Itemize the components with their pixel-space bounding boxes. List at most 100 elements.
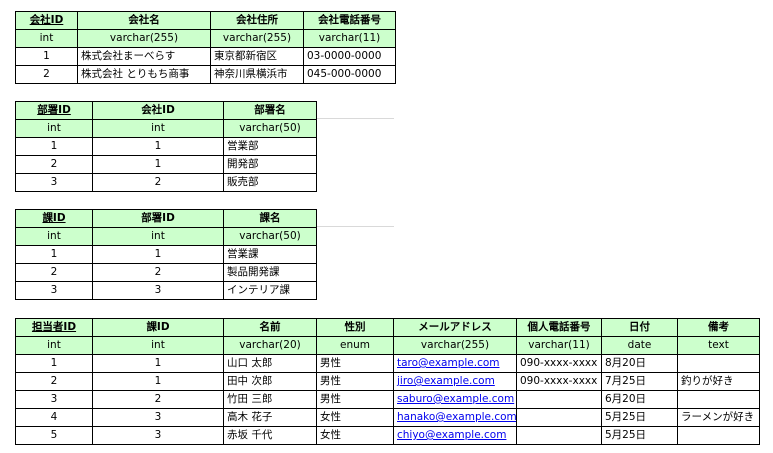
table-row: 1 1 営業課 [15,245,317,264]
table-cell: chiyo@example.com [393,426,517,445]
email-link[interactable]: jiro@example.com [397,375,495,387]
company-header-id: 会社ID [15,11,78,30]
table-cell: 1 [92,372,224,391]
table-cell: 女性 [316,426,394,445]
email-link[interactable]: taro@example.com [397,357,500,369]
table-cell: 090-xxxx-xxxx [516,372,602,391]
table-cell [677,426,760,445]
table-cell: 赤坂 千代 [223,426,317,445]
type-cell: varchar(255) [77,29,211,48]
table-cell: 1 [15,354,93,373]
table-cell: 男性 [316,390,394,409]
staff-header-phone: 個人電話番号 [516,318,602,337]
type-cell: varchar(50) [223,227,317,246]
department-table: 部署ID 会社ID 部署名 int int varchar(50) 1 1 営業… [15,101,317,192]
company-table: 会社ID 会社名 会社住所 会社電話番号 int varchar(255) va… [15,11,396,84]
company-header-address: 会社住所 [210,11,304,30]
table-cell: 8月20日 [601,354,678,373]
staff-header-date: 日付 [601,318,678,337]
email-link[interactable]: chiyo@example.com [397,429,506,441]
table-cell: 3 [92,426,224,445]
table-cell: 045-000-0000 [303,65,396,84]
table-row: 3 2 販売部 [15,173,317,192]
type-cell: varchar(50) [223,119,317,138]
table-cell: 開発部 [223,155,317,174]
type-cell: text [677,336,760,355]
type-cell: int [92,227,224,246]
department-header-row: 部署ID 会社ID 部署名 [15,101,317,120]
table-row: 2 1 田中 次郎 男性 jiro@example.com 090-xxxx-x… [15,372,760,391]
table-cell [516,426,602,445]
table-cell: 男性 [316,354,394,373]
table-row: 4 3 高木 花子 女性 hanako@example.com 5月25日 ラー… [15,408,760,427]
table-cell: 3 [92,281,224,300]
table-cell: 2 [15,372,93,391]
table-cell: 5月25日 [601,426,678,445]
table-cell: 山口 太郎 [223,354,317,373]
type-cell: int [92,119,224,138]
table-cell: 3 [92,408,224,427]
type-cell: varchar(255) [393,336,517,355]
staff-header-gender: 性別 [316,318,394,337]
table-cell: 2 [92,173,224,192]
table-cell: jiro@example.com [393,372,517,391]
table-cell: 釣りが好き [677,372,760,391]
table-row: 1 1 山口 太郎 男性 taro@example.com 090-xxxx-x… [15,354,760,373]
company-header-name: 会社名 [77,11,211,30]
table-cell: 田中 次郎 [223,372,317,391]
table-cell: 2 [15,65,78,84]
table-cell: 7月25日 [601,372,678,391]
table-cell: 1 [15,137,93,156]
table-cell: 株式会社まーべらす [77,47,211,66]
table-cell: インテリア課 [223,281,317,300]
table-cell: 東京都新宿区 [210,47,304,66]
section-header-name: 課名 [223,209,317,228]
table-cell: 2 [15,155,93,174]
email-link[interactable]: hanako@example.com [397,411,516,423]
staff-header-row: 担当者ID 課ID 名前 性別 メールアドレス 個人電話番号 日付 備考 [15,318,760,337]
section-header-id: 課ID [15,209,93,228]
section-type-row: int int varchar(50) [15,227,317,246]
table-row: 2 2 製品開発課 [15,263,317,282]
table-cell: 1 [92,245,224,264]
staff-header-section-id: 課ID [92,318,224,337]
table-cell: 1 [15,245,93,264]
table-cell: 1 [92,354,224,373]
table-cell: 5 [15,426,93,445]
gridline [316,226,394,227]
company-type-row: int varchar(255) varchar(255) varchar(11… [15,29,396,48]
table-cell: 1 [92,137,224,156]
table-cell: saburo@example.com [393,390,517,409]
table-cell: 1 [92,155,224,174]
table-row: 3 3 インテリア課 [15,281,317,300]
table-cell: 営業課 [223,245,317,264]
table-cell: 6月20日 [601,390,678,409]
department-header-name: 部署名 [223,101,317,120]
table-cell: 2 [15,263,93,282]
type-cell: enum [316,336,394,355]
email-link[interactable]: saburo@example.com [397,393,514,405]
table-cell [516,390,602,409]
table-cell: 3 [15,390,93,409]
table-cell: 株式会社 とりもち商事 [77,65,211,84]
table-cell: 製品開発課 [223,263,317,282]
table-cell: 竹田 三郎 [223,390,317,409]
table-cell: 3 [15,173,93,192]
table-cell: 男性 [316,372,394,391]
section-header-department-id: 部署ID [92,209,224,228]
department-header-company-id: 会社ID [92,101,224,120]
table-cell [516,408,602,427]
table-row: 1 株式会社まーべらす 東京都新宿区 03-0000-0000 [15,47,396,66]
table-row: 5 3 赤坂 千代 女性 chiyo@example.com 5月25日 [15,426,760,445]
staff-header-notes: 備考 [677,318,760,337]
staff-header-id: 担当者ID [15,318,93,337]
staff-header-name: 名前 [223,318,317,337]
department-type-row: int int varchar(50) [15,119,317,138]
table-cell: 営業部 [223,137,317,156]
staff-header-email: メールアドレス [393,318,517,337]
table-cell: 4 [15,408,93,427]
staff-table: 担当者ID 課ID 名前 性別 メールアドレス 個人電話番号 日付 備考 int… [15,318,760,445]
table-cell [677,390,760,409]
type-cell: varchar(255) [210,29,304,48]
table-row: 2 1 開発部 [15,155,317,174]
